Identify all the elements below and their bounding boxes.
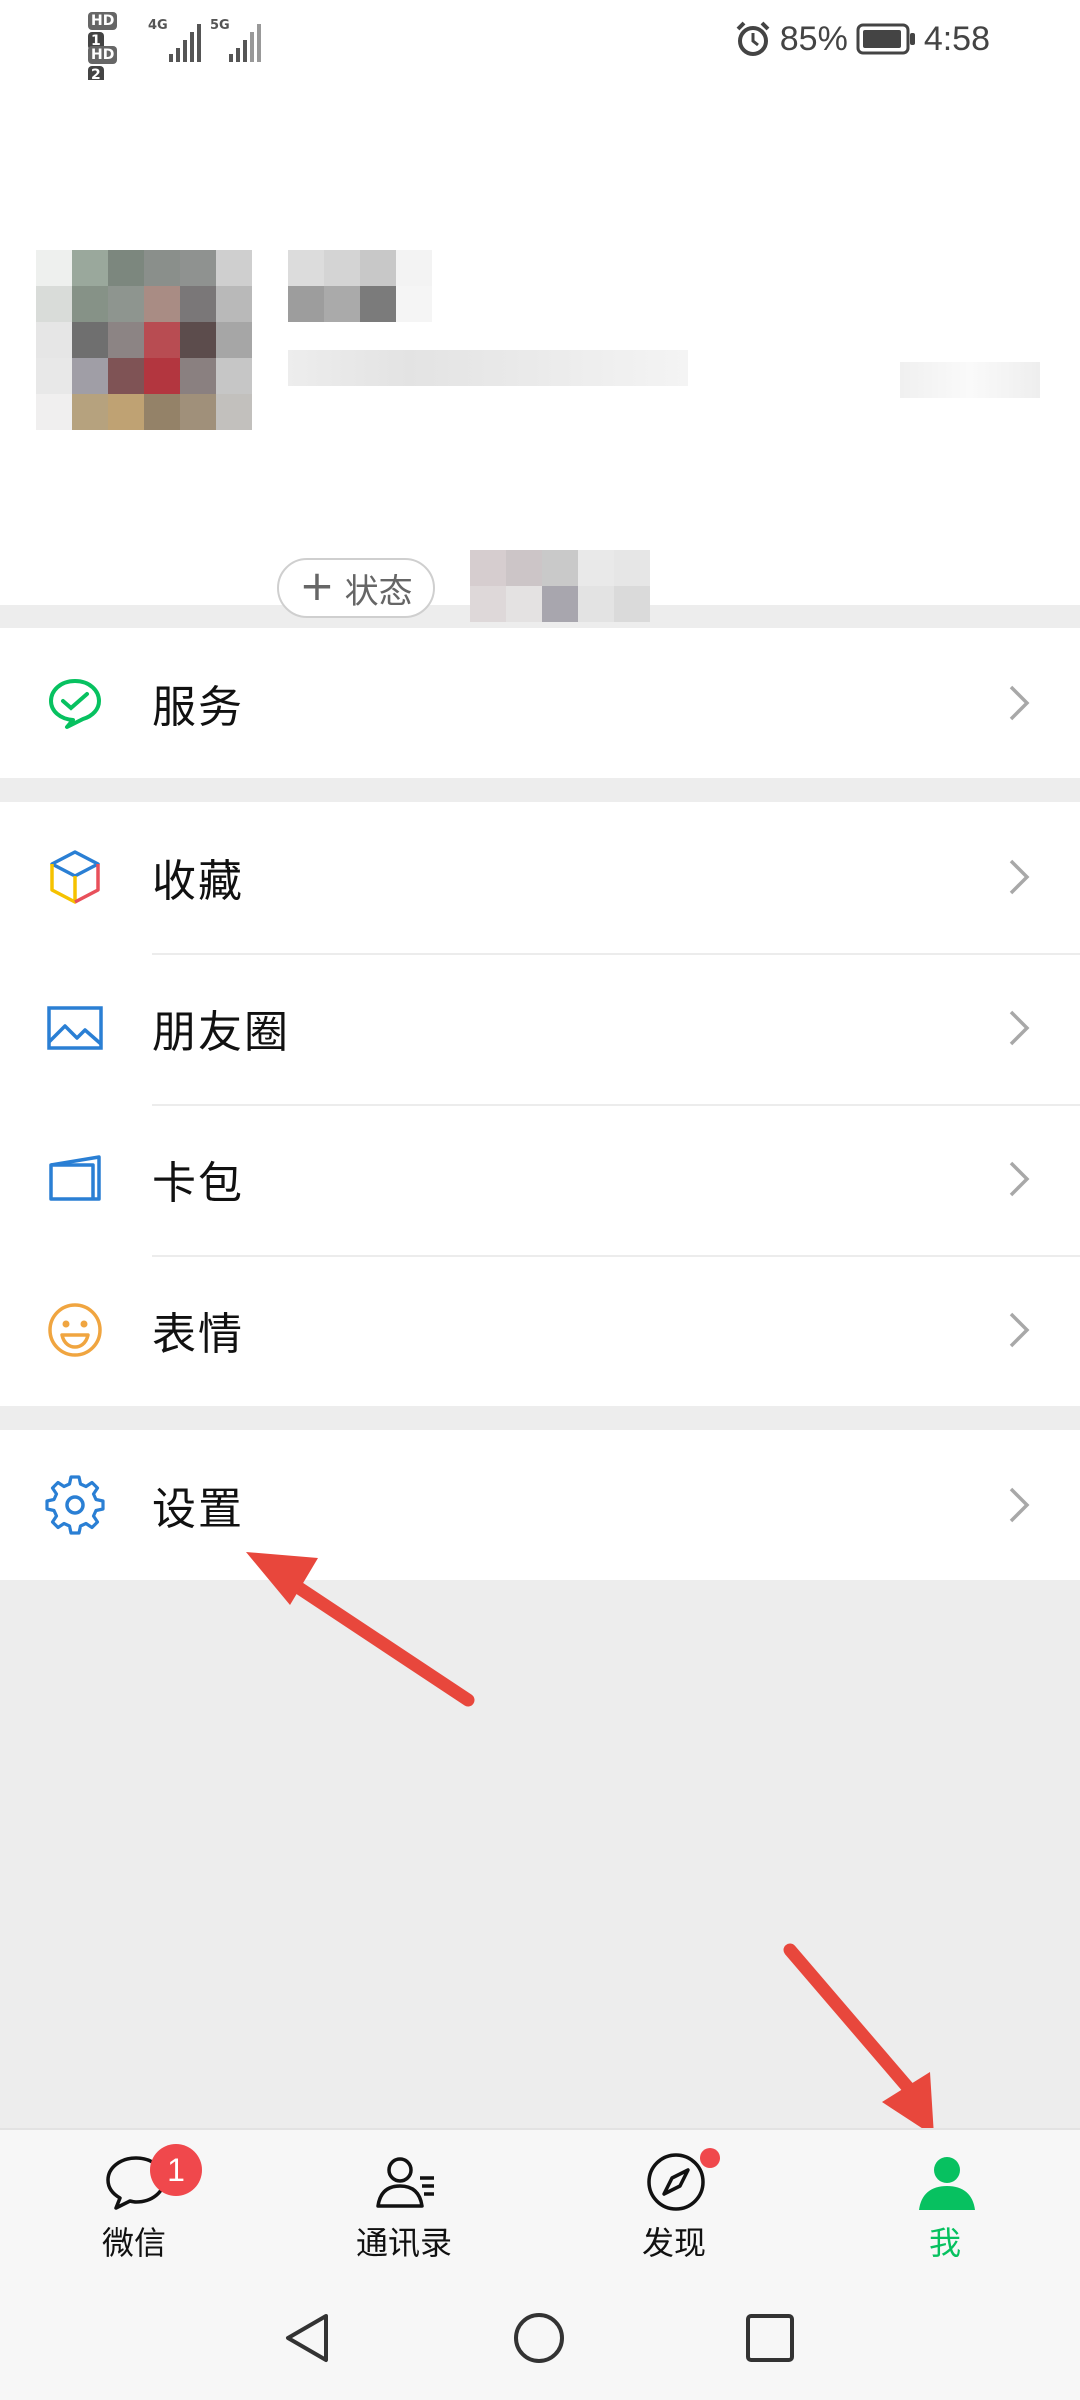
main-menu-section: 收藏 朋友圈 卡包 表情: [0, 802, 1080, 1406]
profile-header[interactable]: + 状态: [0, 80, 1080, 622]
tab-chats[interactable]: 1 微信: [34, 2130, 234, 2270]
menu-item-services[interactable]: 服务: [0, 628, 1080, 778]
favorites-cube-icon: [50, 850, 100, 904]
moments-label: 朋友圈: [152, 1007, 290, 1058]
avatar[interactable]: [36, 250, 252, 430]
arrow-to-me-tab: [783, 1943, 934, 2136]
status-button-label: 状态: [344, 571, 413, 612]
wechat-id: [288, 350, 688, 386]
compass-icon: [647, 2153, 705, 2211]
services-label: 服务: [152, 682, 244, 733]
tab-discover-label: 发现: [641, 2224, 706, 2262]
chevron-right-icon: [1009, 685, 1030, 721]
menu-item-stickers[interactable]: 表情: [0, 1255, 1080, 1405]
unread-badge: 1: [150, 2144, 202, 2196]
network-5g-label: 5G: [210, 18, 230, 33]
status-bar: HD 1 HD 2 4G 5G 85% 4:58: [0, 0, 1080, 84]
sim1-hd-badge: HD: [88, 12, 118, 30]
plus-icon: +: [299, 561, 335, 610]
services-section: 服务: [0, 628, 1080, 778]
bottom-tab-bar: 1 微信 通讯录 发现 我: [0, 2128, 1080, 2270]
menu-item-cards[interactable]: 卡包: [0, 1104, 1080, 1254]
add-status-button[interactable]: + 状态: [277, 558, 435, 618]
profile-name: [288, 250, 432, 322]
chevron-right-icon: [1009, 1010, 1030, 1046]
recents-square-icon[interactable]: [742, 2310, 798, 2366]
menu-item-moments[interactable]: 朋友圈: [0, 953, 1080, 1103]
tab-chats-label: 微信: [101, 2224, 166, 2262]
menu-item-settings[interactable]: 设置: [0, 1430, 1080, 1580]
battery-icon: [856, 23, 915, 55]
contacts-person-icon: [376, 2157, 434, 2208]
settings-label: 设置: [152, 1484, 244, 1535]
alarm-icon: [736, 21, 770, 56]
tab-discover[interactable]: 发现: [574, 2130, 774, 2270]
chevron-right-icon: [1009, 1161, 1030, 1197]
battery-percent: 85%: [779, 19, 848, 58]
tab-me[interactable]: 我: [845, 2130, 1045, 2270]
network-4g-label: 4G: [148, 18, 168, 33]
chevron-right-icon: [1009, 859, 1030, 895]
signal-strength-icon: [169, 24, 201, 62]
gear-icon: [45, 1475, 105, 1535]
tab-contacts-label: 通讯录: [355, 2224, 452, 2262]
back-triangle-icon[interactable]: [280, 2310, 336, 2366]
new-content-dot: [700, 2148, 720, 2168]
stickers-label: 表情: [152, 1309, 244, 1360]
cards-label: 卡包: [152, 1158, 244, 1209]
friends-status-avatars[interactable]: [470, 550, 650, 622]
me-person-icon: [919, 2157, 975, 2210]
menu-item-favorites[interactable]: 收藏: [0, 802, 1080, 952]
moments-picture-icon: [47, 1006, 103, 1050]
clock-time: 4:58: [923, 19, 990, 58]
services-icon: [49, 679, 101, 729]
home-circle-icon[interactable]: [511, 2310, 567, 2366]
tab-me-label: 我: [928, 2224, 961, 2262]
card-wallet-icon: [49, 1155, 101, 1201]
settings-section: 设置: [0, 1430, 1080, 1580]
chevron-right-icon: [1009, 1312, 1030, 1348]
system-nav-bar: [0, 2268, 1080, 2400]
status-right: 85% 4:58: [734, 14, 990, 64]
tab-contacts[interactable]: 通讯录: [304, 2130, 504, 2270]
sim2-hd-badge: HD: [88, 46, 118, 64]
signal-strength-2-icon: [229, 24, 261, 62]
sticker-smiley-icon: [48, 1303, 102, 1357]
qr-code-icon[interactable]: [900, 362, 1040, 398]
favorites-label: 收藏: [152, 856, 244, 907]
chevron-right-icon: [1009, 1487, 1030, 1523]
